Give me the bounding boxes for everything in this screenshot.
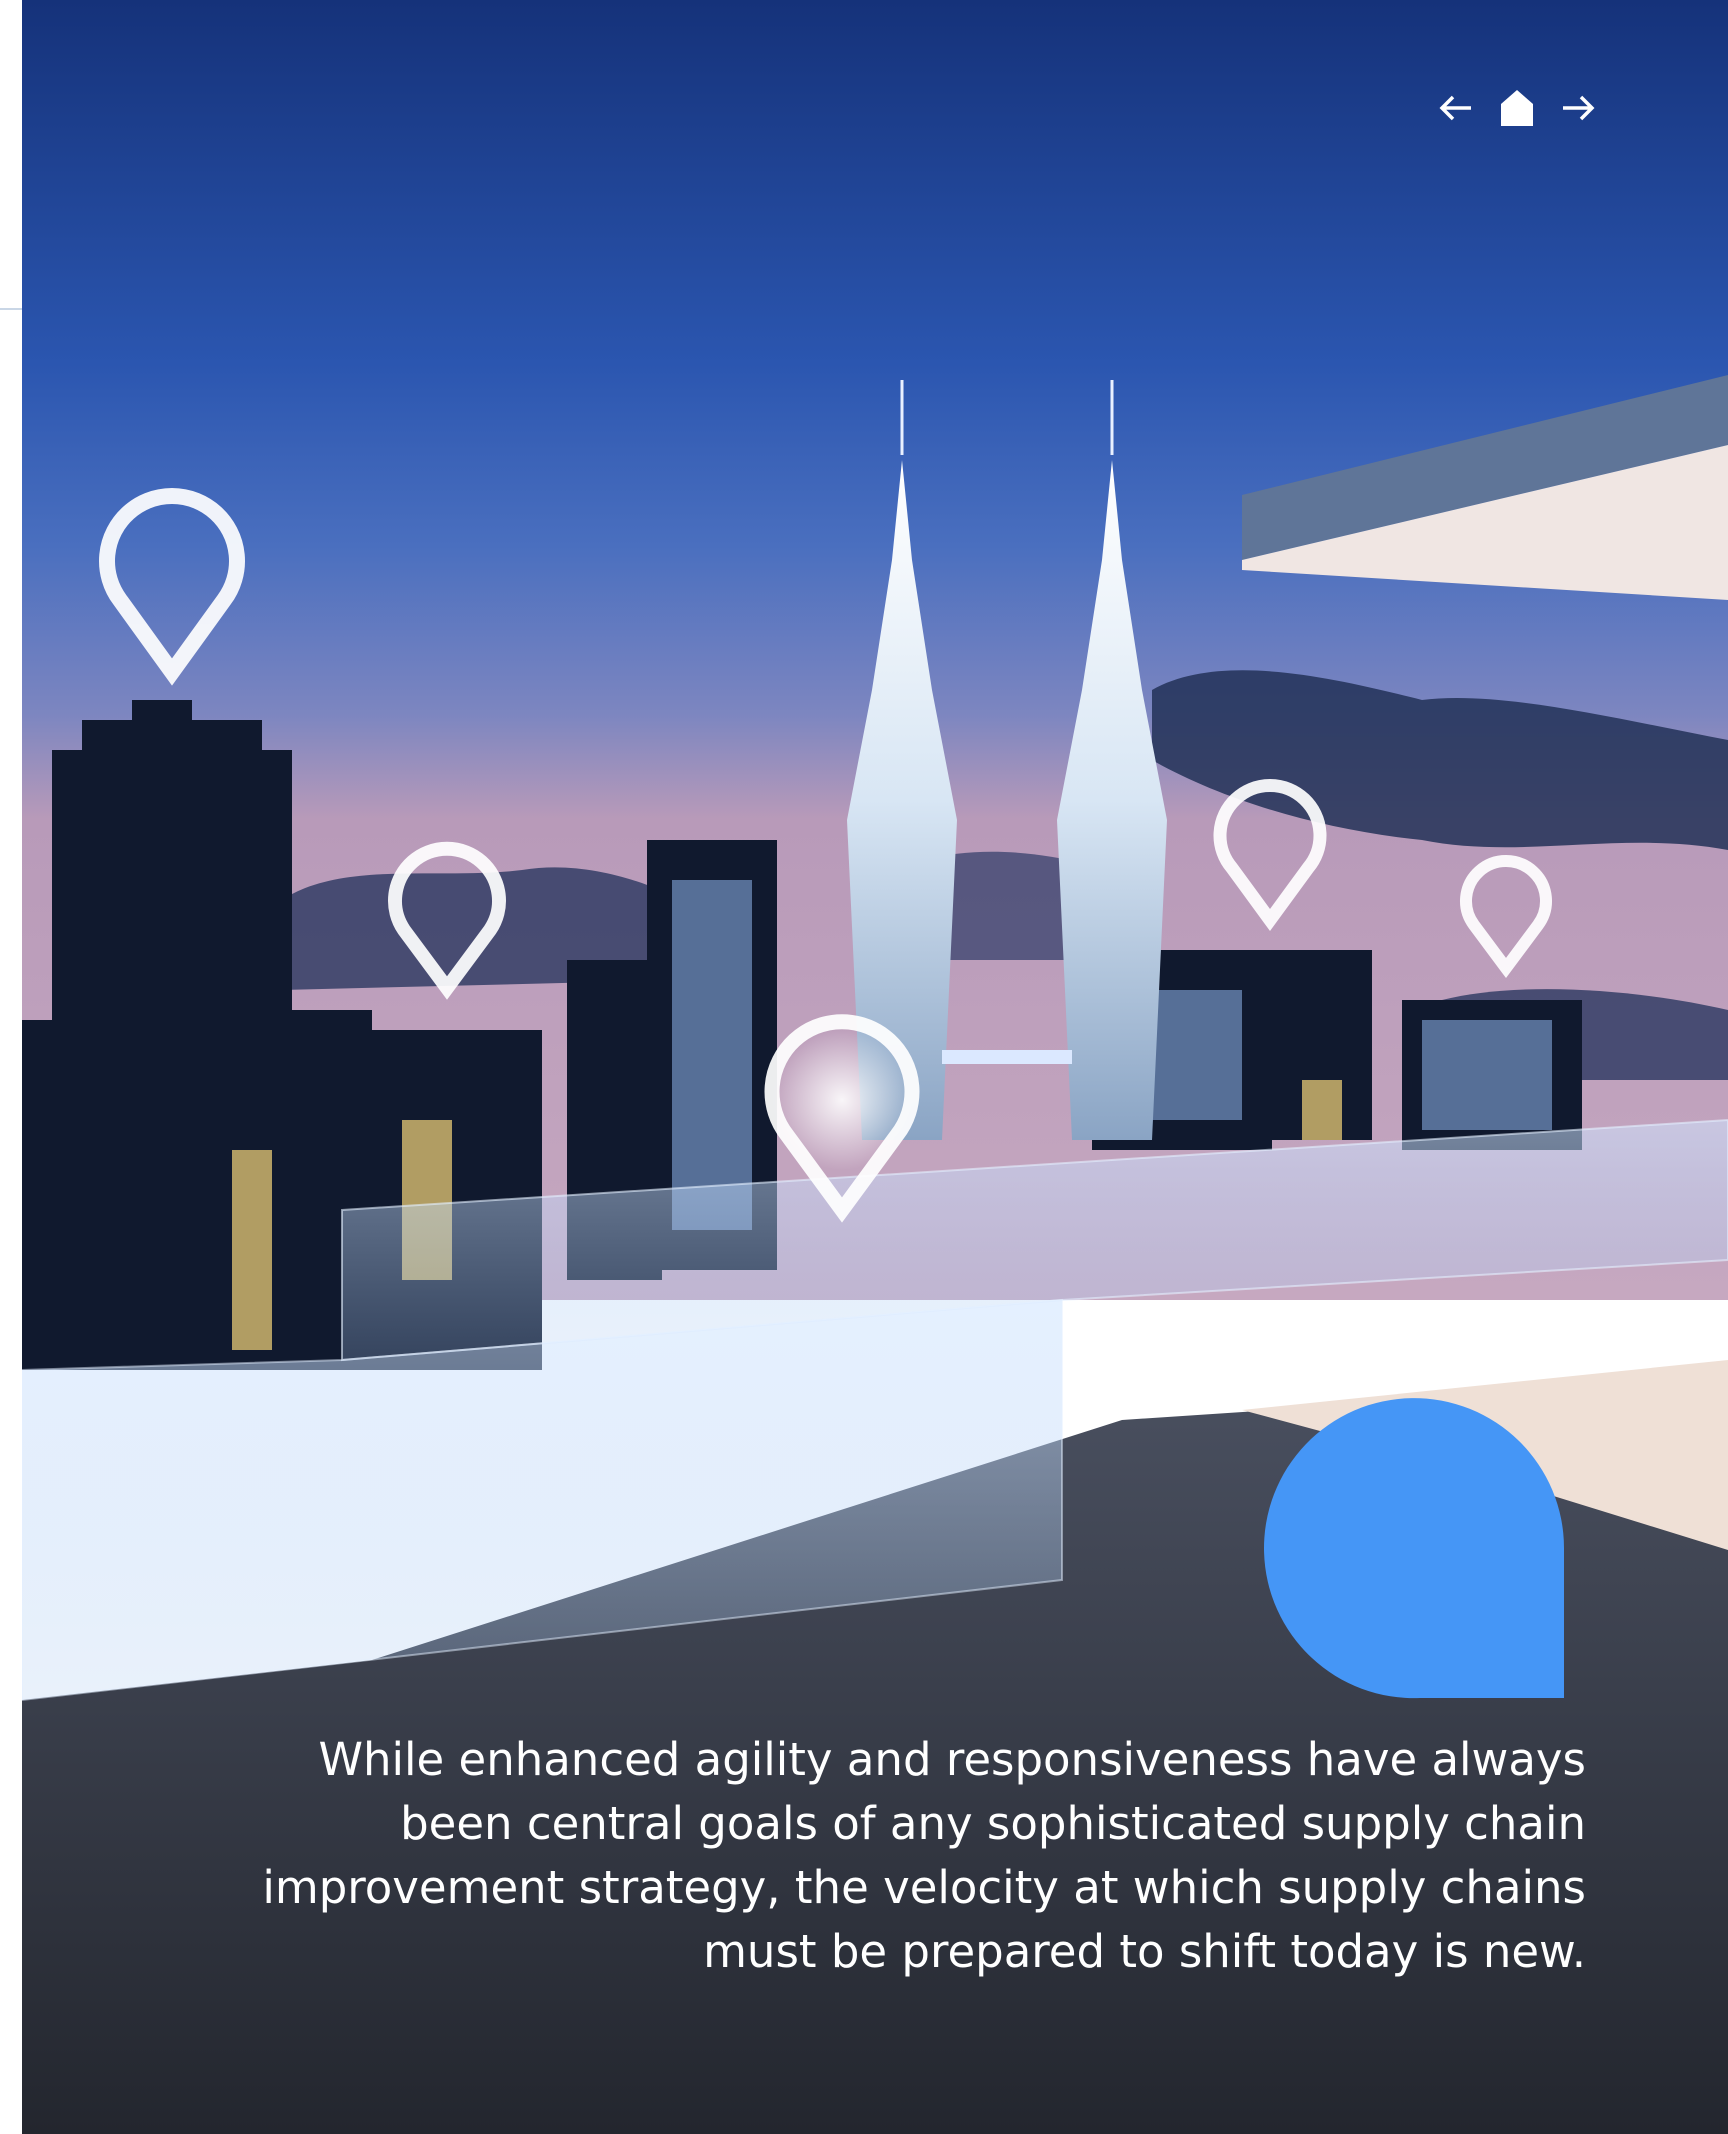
accent-bubble-shape bbox=[1264, 1398, 1564, 1699]
page-navigation bbox=[1432, 84, 1602, 132]
pull-quote: While enhanced agility and responsivenes… bbox=[222, 1728, 1586, 1984]
pull-quote-line: been central goals of any sophisticated … bbox=[400, 1797, 1586, 1850]
previous-page-button[interactable] bbox=[1432, 84, 1480, 132]
pull-quote-line: While enhanced agility and responsivenes… bbox=[318, 1733, 1587, 1786]
home-icon bbox=[1501, 90, 1533, 126]
arrow-right-icon bbox=[1563, 95, 1595, 121]
hero-photo: While enhanced agility and responsivenes… bbox=[22, 0, 1728, 2134]
next-page-button[interactable] bbox=[1554, 84, 1602, 132]
page-edge-line bbox=[0, 308, 22, 310]
home-button[interactable] bbox=[1493, 84, 1541, 132]
pull-quote-line: improvement strategy, the velocity at wh… bbox=[262, 1861, 1586, 1914]
arrow-left-icon bbox=[1439, 95, 1471, 121]
pull-quote-line: must be prepared to shift today is new. bbox=[703, 1925, 1586, 1978]
